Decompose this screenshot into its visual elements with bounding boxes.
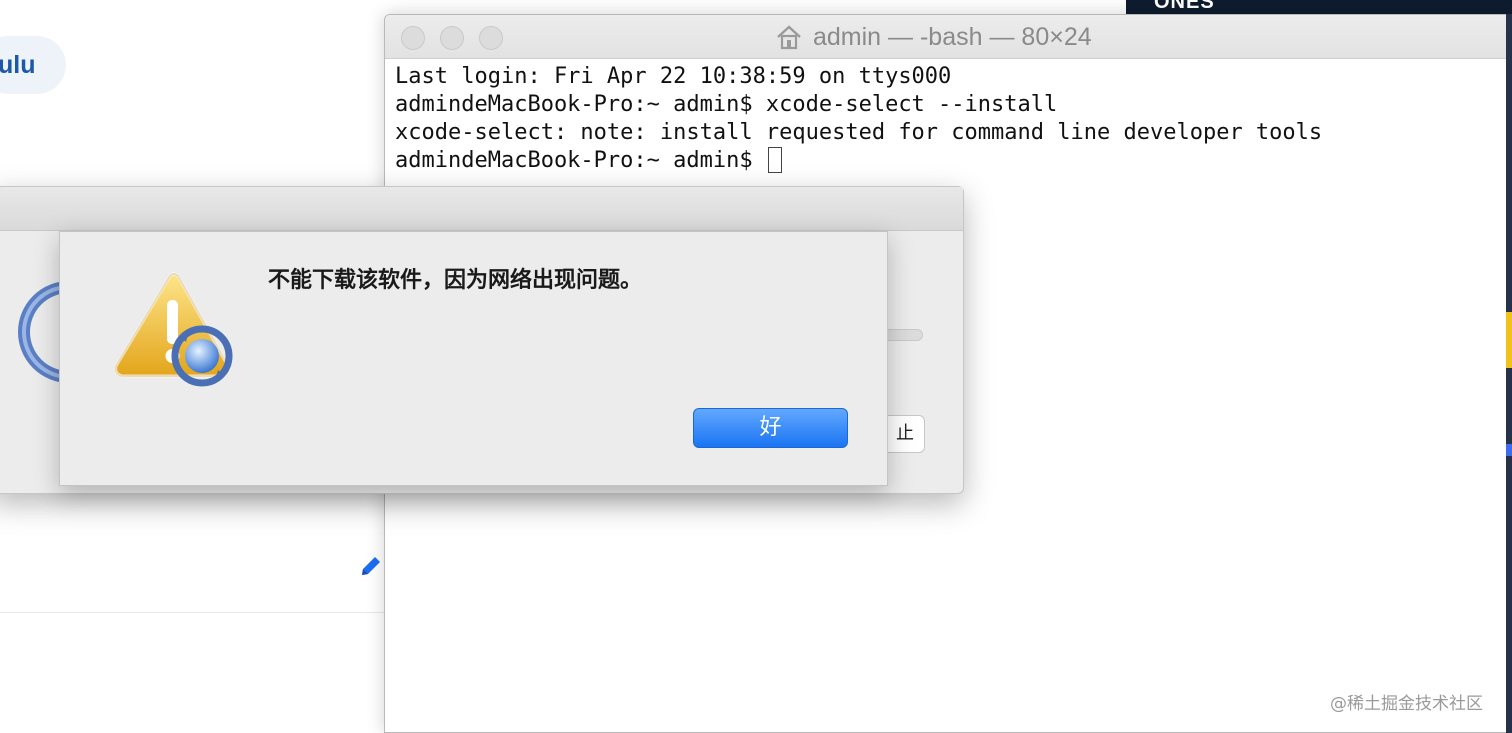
close-button[interactable] — [401, 26, 425, 50]
divider — [0, 612, 384, 613]
ones-logo: ONES — [1154, 0, 1215, 13]
alert-dialog[interactable]: 不能下载该软件，因为网络出现问题。 好 — [59, 231, 888, 486]
background-accent — [1506, 312, 1512, 368]
terminal-prompt-line: admindeMacBook-Pro:~ admin$ — [395, 147, 1322, 175]
home-icon — [777, 25, 801, 50]
terminal-line: Last login: Fri Apr 22 10:38:59 on ttys0… — [395, 64, 952, 89]
terminal-cursor — [767, 147, 782, 173]
terminal-output[interactable]: Last login: Fri Apr 22 10:38:59 on ttys0… — [395, 63, 1322, 175]
background-accent — [1506, 444, 1512, 456]
terminal-title: admin — -bash — 80×24 — [775, 21, 1092, 53]
terminal-titlebar[interactable]: admin — -bash — 80×24 — [385, 15, 1511, 59]
terminal-title-text: admin — -bash — 80×24 — [813, 22, 1092, 51]
warning-icon — [114, 272, 233, 387]
background-app-header: ONES — [1126, 0, 1512, 14]
ok-button[interactable]: 好 — [693, 408, 848, 448]
pencil-icon[interactable] — [358, 553, 384, 579]
zoom-button[interactable] — [479, 26, 503, 50]
terminal-line: xcode-select: note: install requested fo… — [395, 120, 1323, 145]
terminal-prompt: admindeMacBook-Pro:~ admin$ — [395, 148, 766, 173]
watermark: @稀土掘金技术社区 — [1330, 694, 1483, 714]
user-chip[interactable]: ulu — [0, 36, 66, 94]
software-update-titlebar — [0, 187, 963, 231]
background-app-edge — [1506, 14, 1512, 733]
minimize-button[interactable] — [440, 26, 464, 50]
terminal-line: admindeMacBook-Pro:~ admin$ xcode-select… — [395, 92, 1058, 117]
alert-message: 不能下载该软件，因为网络出现问题。 — [268, 268, 643, 293]
